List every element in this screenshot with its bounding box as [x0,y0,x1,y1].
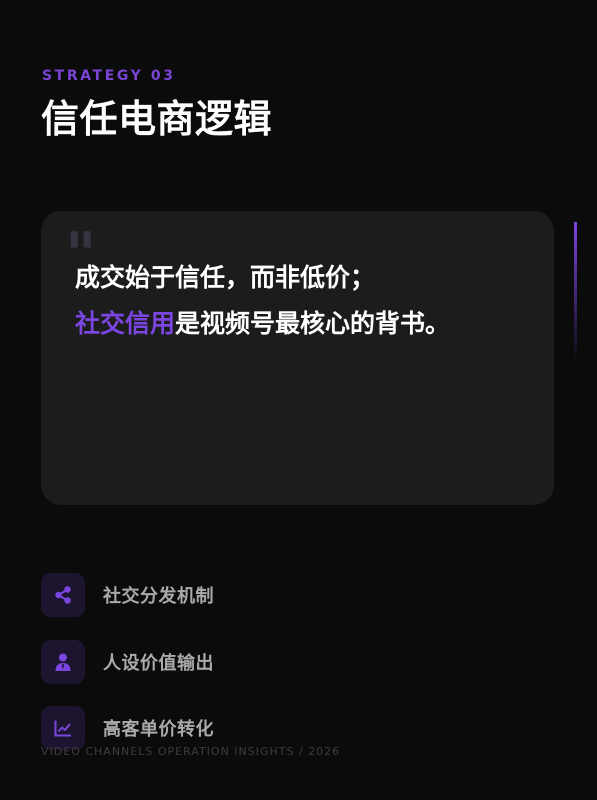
quote-line-1: 成交始于信任，而非低价； [75,263,376,292]
quote-line-2: 社交信用是视频号最核心的背书。 [75,307,450,341]
feature-item-social-distribution: 社交分发机制 [41,573,214,617]
feature-item-persona-value: 人设价值输出 [41,640,214,684]
page-title: 信任电商逻辑 [41,97,273,141]
quote-card: " 成交始于信任，而非低价； 社交信用是视频号最核心的背书。 [41,211,554,505]
section-label: STRATEGY 03 [42,68,176,84]
quote-line-2-rest: 是视频号最核心的背书。 [175,309,451,338]
user-tie-icon [41,640,85,684]
accent-line [574,222,577,362]
feature-label: 人设价值输出 [103,653,214,674]
quote-highlight: 社交信用 [75,309,176,338]
feature-item-high-price-conversion: 高客单价转化 [41,706,214,750]
footer-text: VIDEO CHANNELS OPERATION INSIGHTS / 2026 [41,745,341,758]
feature-label: 社交分发机制 [103,586,214,607]
feature-label: 高客单价转化 [103,719,214,740]
share-icon [41,573,85,617]
chart-line-icon [41,706,85,750]
